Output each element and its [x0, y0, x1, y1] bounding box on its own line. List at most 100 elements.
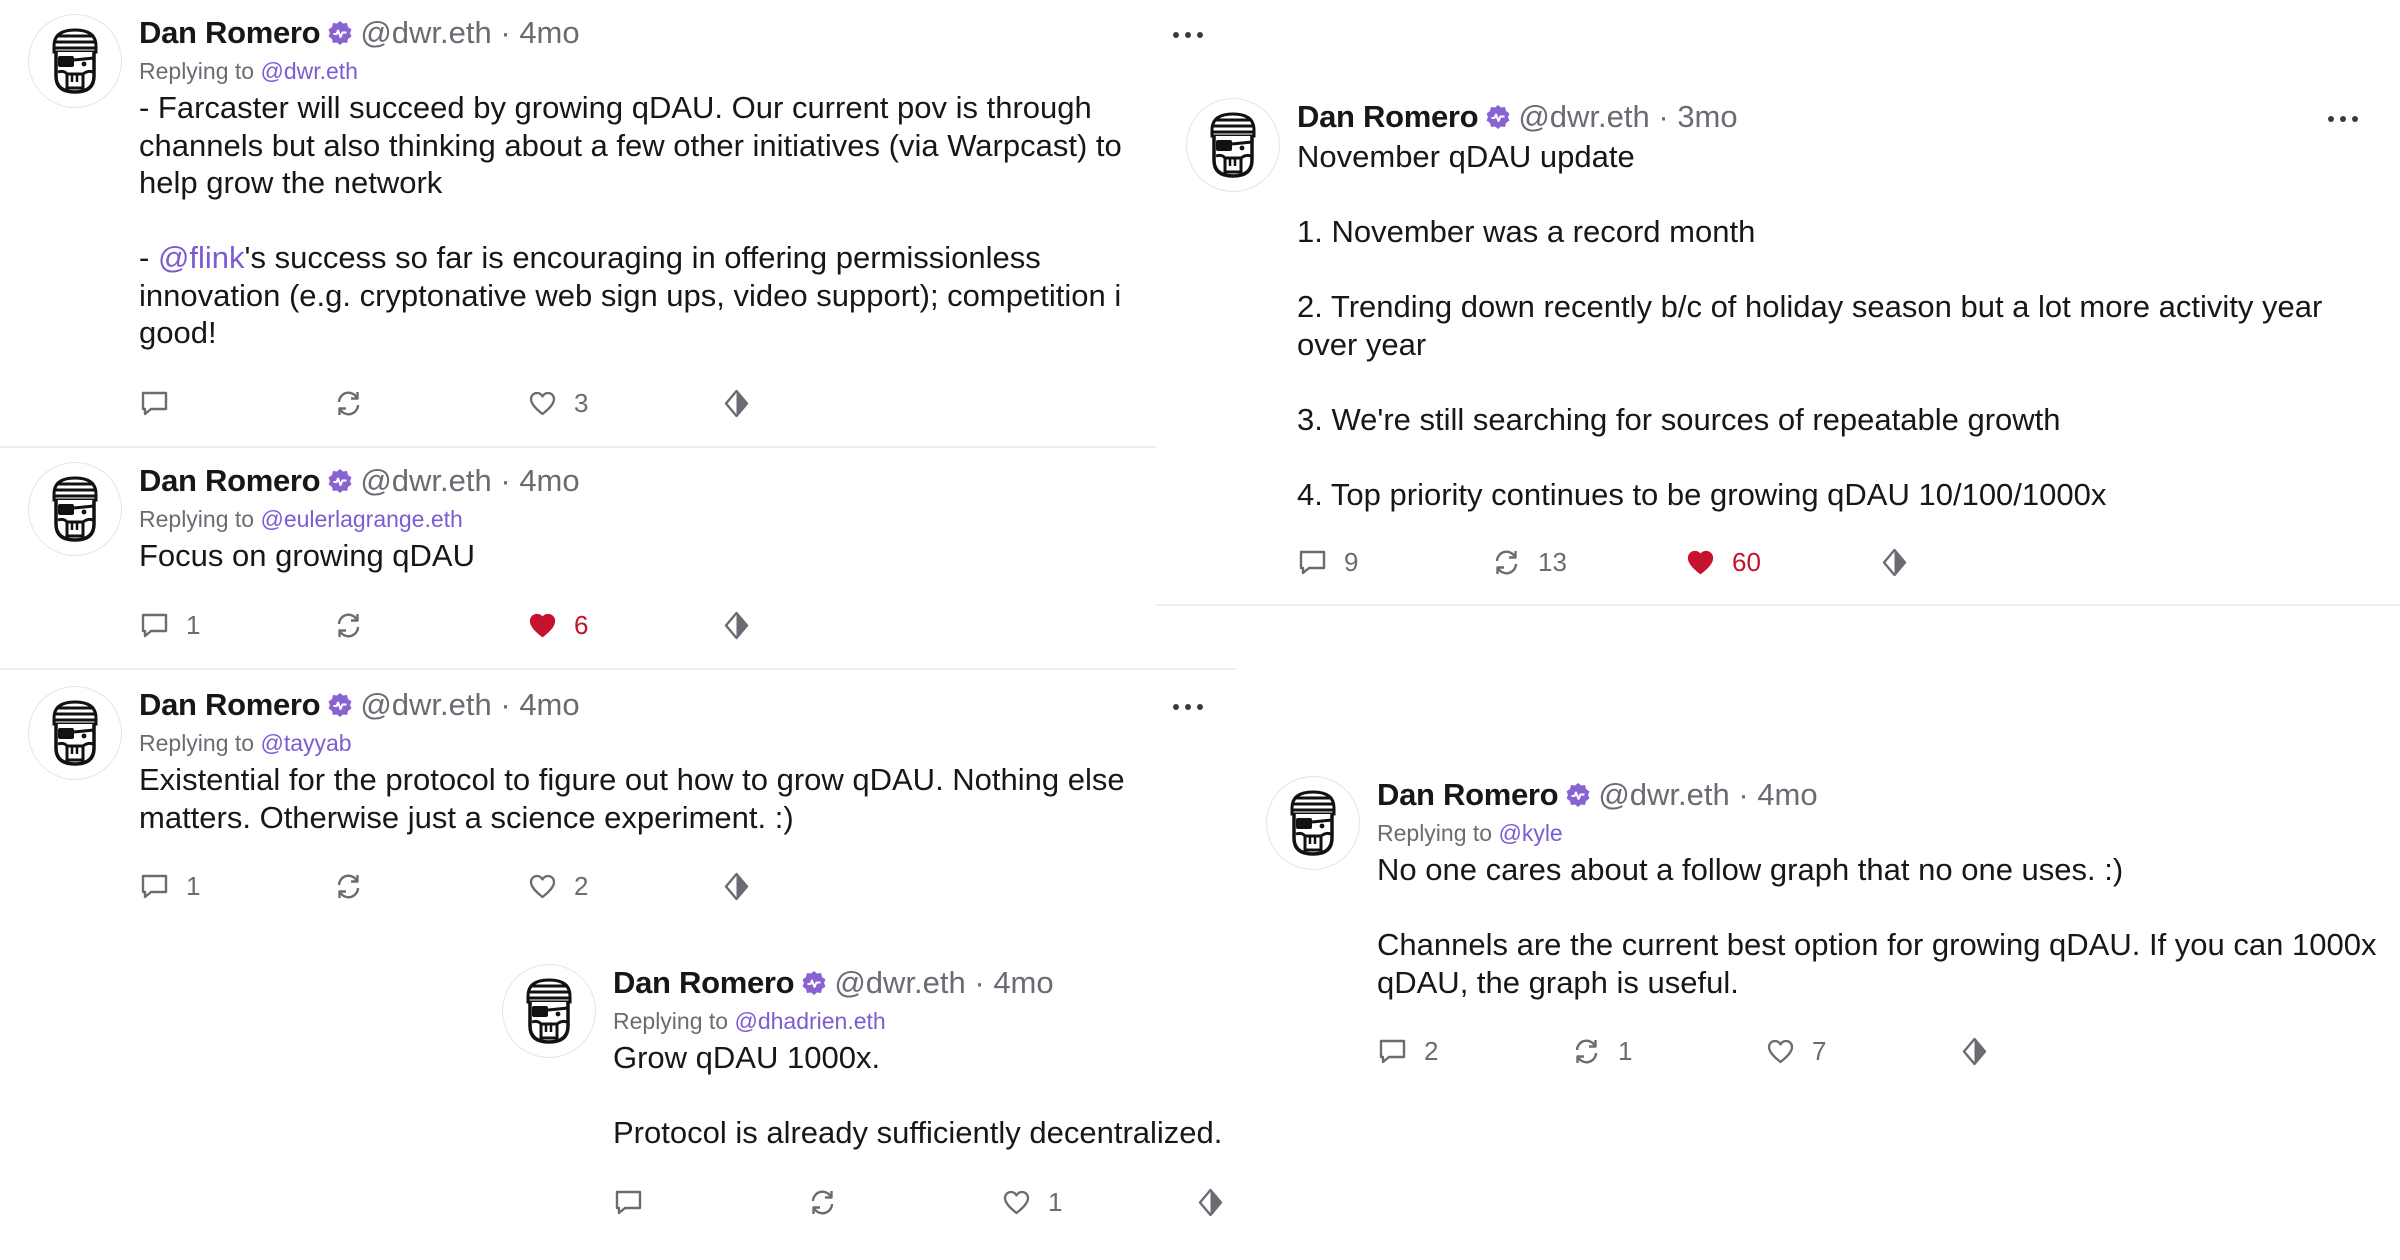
comment-count: 2 [1424, 1035, 1439, 1066]
verified-badge-icon [327, 692, 353, 718]
like-button[interactable]: 1 [1001, 1182, 1062, 1222]
verified-badge-icon [1485, 104, 1511, 130]
divider [0, 446, 1156, 448]
author-handle[interactable]: @dwr.eth [834, 965, 965, 1001]
tip-button[interactable] [1959, 1031, 1990, 1071]
post-time[interactable]: 4mo [519, 687, 579, 723]
post-actions: 2 1 7 [1377, 1031, 2077, 1071]
post-header: Dan Romero @dwr.eth · 4mo [139, 686, 1179, 724]
author-name[interactable]: Dan Romero [139, 463, 321, 499]
author-handle[interactable]: @dwr.eth [360, 463, 491, 499]
more-options-icon[interactable] [1173, 704, 1203, 710]
comment-button[interactable]: 2 [1377, 1031, 1438, 1071]
author-handle[interactable]: @dwr.eth [360, 687, 491, 723]
tip-button[interactable] [1195, 1182, 1226, 1222]
comment-button[interactable]: 1 [139, 605, 200, 645]
recast-button[interactable]: 13 [1491, 542, 1567, 582]
recast-button[interactable]: 1 [1571, 1031, 1632, 1071]
separator: · [1658, 99, 1669, 134]
heart-icon [529, 391, 556, 415]
replying-to-label: Replying to [139, 58, 255, 84]
author-handle[interactable]: @dwr.eth [360, 15, 491, 51]
post-text-line: innovation (e.g. cryptonative web sign u… [139, 277, 1122, 313]
heart-icon [1767, 1039, 1794, 1063]
like-button[interactable]: 3 [527, 383, 588, 423]
avatar[interactable] [28, 14, 122, 108]
avatar[interactable] [28, 462, 122, 556]
replying-to-mention[interactable]: @dwr.eth [260, 58, 358, 84]
author-name[interactable]: Dan Romero [1377, 777, 1559, 813]
tip-button[interactable] [721, 383, 752, 423]
avatar[interactable] [28, 686, 122, 780]
recast-button[interactable] [807, 1182, 854, 1222]
post-text-line: good! [139, 315, 217, 350]
replying-to-mention[interactable]: @kyle [1498, 820, 1562, 846]
tip-button[interactable] [721, 605, 752, 645]
replying-to-mention[interactable]: @dhadrien.eth [734, 1008, 885, 1034]
comment-button[interactable]: 1 [139, 866, 200, 906]
replying-to-label: Replying to [139, 506, 255, 532]
author-name[interactable]: Dan Romero [1297, 99, 1479, 135]
post-card[interactable]: Dan Romero @dwr.eth · 4mo Replying to @e… [28, 462, 1158, 652]
post-text-line: Focus on growing qDAU [139, 538, 475, 573]
author-handle[interactable]: @dwr.eth [1518, 99, 1649, 135]
replying-to-label: Replying to [613, 1008, 729, 1034]
post-text-line: Protocol is already sufficiently decentr… [613, 1115, 1223, 1150]
author-handle[interactable]: @dwr.eth [1598, 777, 1729, 813]
post-text-line: Existential for the protocol to figure o… [139, 762, 1125, 797]
diamond-icon [1198, 1188, 1223, 1216]
tip-button[interactable] [1879, 542, 1910, 582]
pirate-avatar-icon [52, 28, 98, 94]
post-time[interactable]: 4mo [519, 15, 579, 51]
post-text-line: - Farcaster will succeed by growing qDAU… [139, 90, 1092, 125]
post-card[interactable]: Dan Romero @dwr.eth · 4mo Replying to @d… [502, 964, 1262, 1224]
post-time[interactable]: 4mo [1757, 777, 1817, 813]
avatar[interactable] [1186, 98, 1280, 192]
author-name[interactable]: Dan Romero [139, 15, 321, 51]
recast-button[interactable] [333, 605, 380, 645]
comment-button[interactable] [139, 383, 186, 423]
like-button[interactable]: 60 [1685, 542, 1761, 582]
author-name[interactable]: Dan Romero [613, 965, 795, 1001]
diamond-icon [724, 389, 749, 417]
recast-icon [1495, 550, 1518, 574]
post-card[interactable]: Dan Romero @dwr.eth · 4mo Replying to @k… [1266, 776, 2396, 1076]
more-options-icon[interactable] [1173, 32, 1203, 38]
like-button[interactable]: 7 [1765, 1031, 1826, 1071]
recast-button[interactable] [333, 866, 380, 906]
post-text: Grow qDAU 1000x. Protocol is already suf… [613, 1039, 1258, 1152]
post-card[interactable]: Dan Romero @dwr.eth · 4mo Replying to @d… [28, 14, 1203, 444]
comment-button[interactable] [613, 1182, 660, 1222]
post-time[interactable]: 4mo [993, 965, 1053, 1001]
avatar[interactable] [502, 964, 596, 1058]
post-text-line: matters. Otherwise just a science experi… [139, 799, 794, 835]
post-text-line: November qDAU update [1297, 139, 1635, 174]
post-header: Dan Romero @dwr.eth · 4mo [1377, 776, 2396, 814]
heart-icon [1687, 550, 1714, 574]
post-time[interactable]: 4mo [519, 463, 579, 499]
recast-icon [1575, 1039, 1598, 1063]
replying-to-mention[interactable]: @tayyab [260, 730, 351, 756]
post-text-line: 4. Top priority continues to be growing … [1297, 476, 2107, 512]
comment-button[interactable]: 9 [1297, 542, 1358, 582]
like-button[interactable]: 2 [527, 866, 588, 906]
recast-count: 1 [1618, 1035, 1633, 1066]
mention-link[interactable]: @flink [158, 240, 245, 275]
avatar[interactable] [1266, 776, 1360, 870]
post-card[interactable]: Dan Romero @dwr.eth · 3mo November qDAU … [1186, 98, 2386, 578]
like-button[interactable]: 6 [527, 605, 588, 645]
more-options-icon[interactable] [2328, 116, 2358, 122]
replying-to-mention[interactable]: @eulerlagrange.eth [260, 506, 462, 532]
diamond-icon [1882, 548, 1907, 576]
comment-count: 9 [1344, 546, 1359, 577]
recast-button[interactable] [333, 383, 380, 423]
author-name[interactable]: Dan Romero [139, 687, 321, 723]
post-actions: 3 [139, 383, 839, 423]
tip-button[interactable] [721, 866, 752, 906]
like-count: 3 [574, 387, 589, 418]
heart-icon [529, 613, 556, 637]
verified-badge-icon [1565, 782, 1591, 808]
recast-count: 13 [1538, 546, 1567, 577]
post-time[interactable]: 3mo [1677, 99, 1737, 135]
post-card[interactable]: Dan Romero @dwr.eth · 4mo Replying to @t… [28, 686, 1203, 916]
